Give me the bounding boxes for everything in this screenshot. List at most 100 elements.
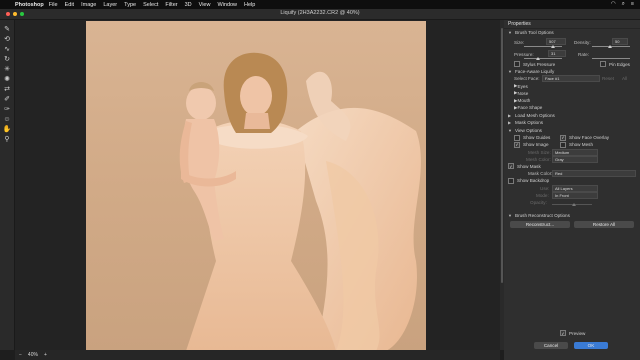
control-center-icon[interactable]: ≡ — [631, 1, 634, 8]
face-item-face-shape[interactable]: ▶ Face Shape — [504, 104, 640, 111]
mask-color-dropdown[interactable]: Red — [552, 170, 636, 178]
preview-checkbox[interactable]: ✓ — [560, 330, 566, 336]
reconstruct-tool-icon[interactable]: ⟲ — [0, 34, 14, 44]
show-backdrop-checkbox[interactable] — [508, 177, 514, 184]
ok-button[interactable]: OK — [574, 342, 608, 349]
density-slider-knob[interactable] — [608, 44, 612, 48]
menu-edit[interactable]: Edit — [65, 2, 74, 8]
menu-3d[interactable]: 3D — [185, 2, 192, 8]
all-button[interactable]: All — [622, 76, 627, 81]
zoom-plus-button[interactable]: + — [44, 352, 47, 358]
pressure-slider[interactable] — [524, 57, 562, 59]
brush-reconstruct-section[interactable]: ▼ Brush Reconstruct Options — [504, 212, 640, 220]
zoom-level[interactable]: 40% — [28, 352, 38, 358]
status-bar: − 40% + — [15, 350, 500, 360]
mesh-color-dropdown[interactable]: Gray — [552, 155, 598, 163]
expand-triangle-icon: ▶ — [508, 120, 512, 126]
size-input[interactable]: 507 — [546, 37, 566, 45]
pin-edges-label: Pin Edges — [609, 61, 630, 67]
smooth-tool-icon[interactable]: ∿ — [0, 44, 14, 54]
section-label: View Options — [515, 127, 542, 133]
menu-image[interactable]: Image — [81, 2, 96, 8]
menu-view[interactable]: View — [199, 2, 211, 8]
reconstruct-buttons-row: Reconstruct... Restore All — [504, 220, 640, 230]
bloat-tool-icon[interactable]: ✺ — [0, 74, 14, 84]
show-mask-row: ✓ Show Mask — [504, 163, 640, 170]
thaw-mask-tool-icon[interactable]: ✑ — [0, 104, 14, 114]
pressure-slider-knob[interactable] — [536, 56, 540, 60]
menu-help[interactable]: Help — [244, 2, 255, 8]
properties-header: Properties — [504, 20, 640, 29]
photo-illustration — [179, 52, 421, 351]
preview-group: ✓ Preview — [560, 330, 585, 336]
photo-preview[interactable] — [86, 21, 426, 351]
size-slider-knob[interactable] — [551, 44, 555, 48]
properties-panel: Properties ▼ Brush Tool Options Size: 50… — [504, 20, 640, 360]
mask-options-section[interactable]: ▶ Mask Options — [504, 119, 640, 127]
show-mesh-group: Show Mesh — [560, 141, 593, 148]
zoom-minus-button[interactable]: − — [19, 352, 22, 358]
pressure-rate-row: Pressure: 31 Rate: — [504, 49, 640, 61]
show-backdrop-label: Show Backdrop — [517, 178, 550, 184]
scrollbar-thumb[interactable] — [501, 28, 503, 283]
view-options-section[interactable]: ▼ View Options — [504, 127, 640, 135]
reconstruct-button[interactable]: Reconstruct... — [510, 220, 570, 228]
mesh-size-row: Mesh Size: Medium — [504, 148, 640, 156]
face-item-label: Mouth — [517, 98, 531, 104]
mode-dropdown[interactable]: In Front — [552, 191, 598, 199]
mode-label: Mode: — [536, 192, 549, 198]
show-mask-label: Show Mask — [517, 163, 541, 169]
freeze-mask-tool-icon[interactable]: ✐ — [0, 94, 14, 104]
image-mesh-row: ✓ Show Image Show Mesh — [504, 141, 640, 148]
cancel-button[interactable]: Cancel — [534, 342, 568, 349]
show-image-checkbox[interactable]: ✓ — [514, 141, 520, 148]
show-guides-checkbox[interactable] — [514, 134, 520, 141]
mesh-size-dropdown[interactable]: Medium — [552, 148, 598, 156]
app-name-menu[interactable]: Photoshop — [15, 2, 44, 8]
show-mask-checkbox[interactable]: ✓ — [508, 163, 514, 170]
pressure-input[interactable]: 31 — [548, 49, 566, 57]
twirl-tool-icon[interactable]: ↻ — [0, 54, 14, 64]
menu-layer[interactable]: Layer — [103, 2, 117, 8]
select-face-label: Select Face: — [514, 76, 540, 82]
size-slider[interactable] — [524, 45, 562, 47]
mask-color-label: Mask Color: — [528, 171, 553, 177]
face-item-label: Face Shape — [517, 105, 543, 111]
face-item-nose[interactable]: ▶ Nose — [504, 90, 640, 97]
menu-filter[interactable]: Filter — [165, 2, 177, 8]
restore-all-button[interactable]: Restore All — [574, 220, 634, 228]
face-aware-section[interactable]: ▼ Face-Aware Liquify — [504, 68, 640, 76]
face-item-eyes[interactable]: ▶ Eyes — [504, 83, 640, 90]
opacity-slider-knob[interactable] — [572, 202, 576, 206]
pucker-tool-icon[interactable]: ✳ — [0, 64, 14, 74]
show-mesh-checkbox[interactable] — [560, 141, 566, 148]
rate-slider[interactable] — [592, 57, 630, 59]
section-label: Brush Tool Options — [515, 30, 554, 36]
face-tool-icon[interactable]: ☺ — [0, 114, 14, 124]
use-dropdown[interactable]: All Layers — [552, 184, 598, 192]
reset-button[interactable]: Reset — [602, 76, 614, 81]
backdrop-mode-row: Mode: In Front — [504, 191, 640, 199]
hand-tool-icon[interactable]: ✋ — [0, 124, 14, 134]
stylus-pressure-checkbox[interactable] — [514, 61, 520, 68]
pin-edges-checkbox[interactable] — [600, 61, 606, 68]
brush-tool-options-section[interactable]: ▼ Brush Tool Options — [504, 29, 640, 37]
menu-select[interactable]: Select — [143, 2, 158, 8]
wifi-icon[interactable]: ◠ — [611, 1, 616, 8]
push-left-tool-icon[interactable]: ⇄ — [0, 84, 14, 94]
section-label: Face-Aware Liquify — [515, 69, 555, 75]
show-face-overlay-checkbox[interactable]: ✓ — [560, 134, 566, 141]
face-item-mouth[interactable]: ▶ Mouth — [504, 97, 640, 104]
mask-color-row: Mask Color: Red — [504, 170, 640, 178]
menu-window[interactable]: Window — [217, 2, 237, 8]
collapse-triangle-icon: ▼ — [508, 30, 512, 36]
load-mesh-section[interactable]: ▶ Load Mesh Options — [504, 111, 640, 119]
forward-warp-tool-icon[interactable]: ✎ — [0, 24, 14, 34]
search-icon[interactable]: ⌕ — [622, 1, 625, 8]
density-input[interactable]: 50 — [612, 37, 628, 45]
select-face-dropdown[interactable]: Face #1 — [542, 75, 600, 83]
zoom-tool-icon[interactable]: ⚲ — [0, 134, 14, 144]
menu-file[interactable]: File — [49, 2, 58, 8]
expand-triangle-icon: ▶ — [508, 112, 512, 118]
menu-type[interactable]: Type — [124, 2, 136, 8]
